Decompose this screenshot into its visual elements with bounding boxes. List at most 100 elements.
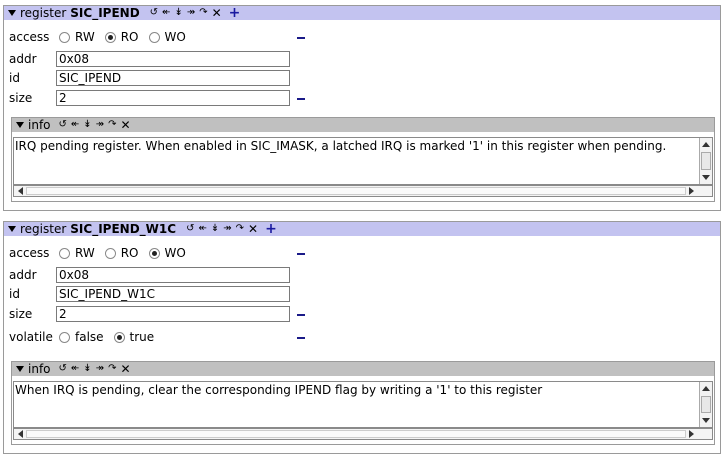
horizontal-scrollbar[interactable] — [13, 428, 713, 440]
scroll-right-icon[interactable] — [689, 430, 694, 438]
radio-button-icon[interactable] — [59, 247, 70, 259]
move-right-icon[interactable]: ↠ — [96, 119, 104, 131]
access-radio-wo[interactable]: WO — [148, 30, 186, 44]
size-row: size — [9, 89, 59, 107]
info-text: IRQ pending register. When enabled in SI… — [15, 139, 667, 153]
close-icon[interactable]: ✕ — [120, 119, 130, 131]
scrollbar-track[interactable] — [26, 430, 686, 438]
move-left-icon[interactable]: ↞ — [162, 7, 170, 19]
reload-icon[interactable]: ↺ — [59, 119, 67, 131]
collapse-triangle-icon[interactable] — [16, 366, 24, 372]
size-field[interactable]: 2 — [56, 90, 290, 106]
redo-icon[interactable]: ↷ — [108, 119, 116, 131]
close-icon[interactable]: ✕ — [248, 223, 258, 235]
access-radio-ro[interactable]: RO — [104, 30, 139, 44]
redo-icon[interactable]: ↷ — [199, 7, 207, 19]
redo-icon[interactable]: ↷ — [108, 363, 116, 375]
access-label: access — [9, 30, 50, 44]
reload-icon[interactable]: ↺ — [59, 363, 67, 375]
remove-size-icon[interactable] — [297, 314, 305, 316]
move-right-icon[interactable]: ↠ — [187, 7, 195, 19]
register-panel-sic-ipend: register SIC_IPEND ↺ ↞ ↡ ↠ ↷ ✕ + access … — [3, 5, 721, 211]
register-keyword: register — [20, 6, 67, 20]
info-text: When IRQ is pending, clear the correspon… — [15, 383, 543, 397]
horizontal-scrollbar[interactable] — [13, 185, 713, 197]
addr-field[interactable]: 0x08 — [56, 51, 290, 67]
access-radio-ro[interactable]: RO — [104, 246, 139, 260]
collapse-triangle-icon[interactable] — [8, 226, 16, 232]
move-down-icon[interactable]: ↡ — [83, 119, 91, 131]
info-section: info ↺ ↞ ↡ ↠ ↷ ✕ When IRQ is pending, cl… — [11, 361, 715, 445]
id-field[interactable]: SIC_IPEND_W1C — [56, 286, 290, 302]
move-left-icon[interactable]: ↞ — [198, 223, 206, 235]
access-label: access — [9, 246, 50, 260]
access-radio-wo[interactable]: WO — [148, 246, 186, 260]
radio-button-icon[interactable] — [104, 247, 116, 259]
scroll-left-icon[interactable] — [18, 187, 23, 195]
remove-access-icon[interactable] — [297, 253, 305, 255]
radio-button-icon[interactable] — [113, 331, 125, 343]
move-left-icon[interactable]: ↞ — [71, 363, 79, 375]
access-radio-rw[interactable]: RW — [59, 30, 95, 44]
scrollbar-thumb[interactable] — [701, 152, 711, 170]
remove-volatile-icon[interactable] — [297, 337, 305, 339]
register-header[interactable]: register SIC_IPEND_W1C ↺ ↞ ↡ ↠ ↷ ✕ + — [4, 222, 720, 236]
access-radio-rw[interactable]: RW — [59, 246, 95, 260]
add-icon[interactable]: + — [265, 222, 277, 236]
id-row: id — [9, 69, 59, 87]
volatile-radio-true[interactable]: true — [113, 330, 154, 344]
register-panel-sic-ipend-w1c: register SIC_IPEND_W1C ↺ ↞ ↡ ↠ ↷ ✕ + acc… — [3, 221, 721, 454]
id-field[interactable]: SIC_IPEND — [56, 70, 290, 86]
redo-icon[interactable]: ↷ — [236, 223, 244, 235]
addr-row: addr — [9, 266, 59, 284]
scroll-up-icon[interactable] — [702, 142, 710, 147]
vertical-scrollbar[interactable] — [699, 382, 712, 427]
scroll-down-icon[interactable] — [702, 418, 710, 423]
size-label: size — [9, 91, 33, 105]
move-right-icon[interactable]: ↠ — [223, 223, 231, 235]
move-left-icon[interactable]: ↞ — [71, 119, 79, 131]
volatile-row: volatile false true — [9, 328, 164, 346]
register-header[interactable]: register SIC_IPEND ↺ ↞ ↡ ↠ ↷ ✕ + — [4, 6, 720, 20]
add-icon[interactable]: + — [229, 6, 241, 20]
vertical-scrollbar[interactable] — [699, 138, 712, 184]
info-header[interactable]: info ↺ ↞ ↡ ↠ ↷ ✕ — [12, 118, 714, 132]
scroll-left-icon[interactable] — [18, 430, 23, 438]
radio-button-icon[interactable] — [148, 247, 160, 259]
remove-size-icon[interactable] — [297, 98, 305, 100]
radio-button-icon[interactable] — [59, 331, 70, 343]
radio-button-icon[interactable] — [148, 31, 160, 43]
info-header[interactable]: info ↺ ↞ ↡ ↠ ↷ ✕ — [12, 362, 714, 376]
close-icon[interactable]: ✕ — [212, 7, 222, 19]
access-row: access RW RO WO — [9, 244, 196, 262]
move-right-icon[interactable]: ↠ — [96, 363, 104, 375]
addr-field[interactable]: 0x08 — [56, 267, 290, 283]
addr-label: addr — [9, 52, 37, 66]
scrollbar-track[interactable] — [26, 187, 686, 195]
info-toolbar: ↺ ↞ ↡ ↠ ↷ ✕ — [59, 119, 135, 131]
collapse-triangle-icon[interactable] — [16, 122, 24, 128]
radio-button-icon[interactable] — [104, 31, 116, 43]
collapse-triangle-icon[interactable] — [8, 10, 16, 16]
move-down-icon[interactable]: ↡ — [174, 7, 182, 19]
register-toolbar: ↺ ↞ ↡ ↠ ↷ ✕ + — [150, 6, 245, 20]
move-down-icon[interactable]: ↡ — [211, 223, 219, 235]
volatile-radio-false[interactable]: false — [59, 330, 104, 344]
scroll-down-icon[interactable] — [702, 175, 710, 180]
remove-access-icon[interactable] — [297, 37, 305, 39]
radio-button-icon[interactable] — [59, 31, 70, 43]
move-down-icon[interactable]: ↡ — [83, 363, 91, 375]
size-field[interactable]: 2 — [56, 306, 290, 322]
reload-icon[interactable]: ↺ — [150, 7, 158, 19]
close-icon[interactable]: ✕ — [120, 363, 130, 375]
info-textarea[interactable]: IRQ pending register. When enabled in SI… — [13, 137, 713, 185]
addr-row: addr — [9, 50, 59, 68]
id-label: id — [9, 287, 20, 301]
scroll-right-icon[interactable] — [689, 187, 694, 195]
register-keyword: register — [20, 222, 67, 236]
id-row: id — [9, 285, 59, 303]
reload-icon[interactable]: ↺ — [186, 223, 194, 235]
scroll-up-icon[interactable] — [702, 386, 710, 391]
info-textarea[interactable]: When IRQ is pending, clear the correspon… — [13, 381, 713, 428]
scrollbar-thumb[interactable] — [701, 396, 711, 413]
